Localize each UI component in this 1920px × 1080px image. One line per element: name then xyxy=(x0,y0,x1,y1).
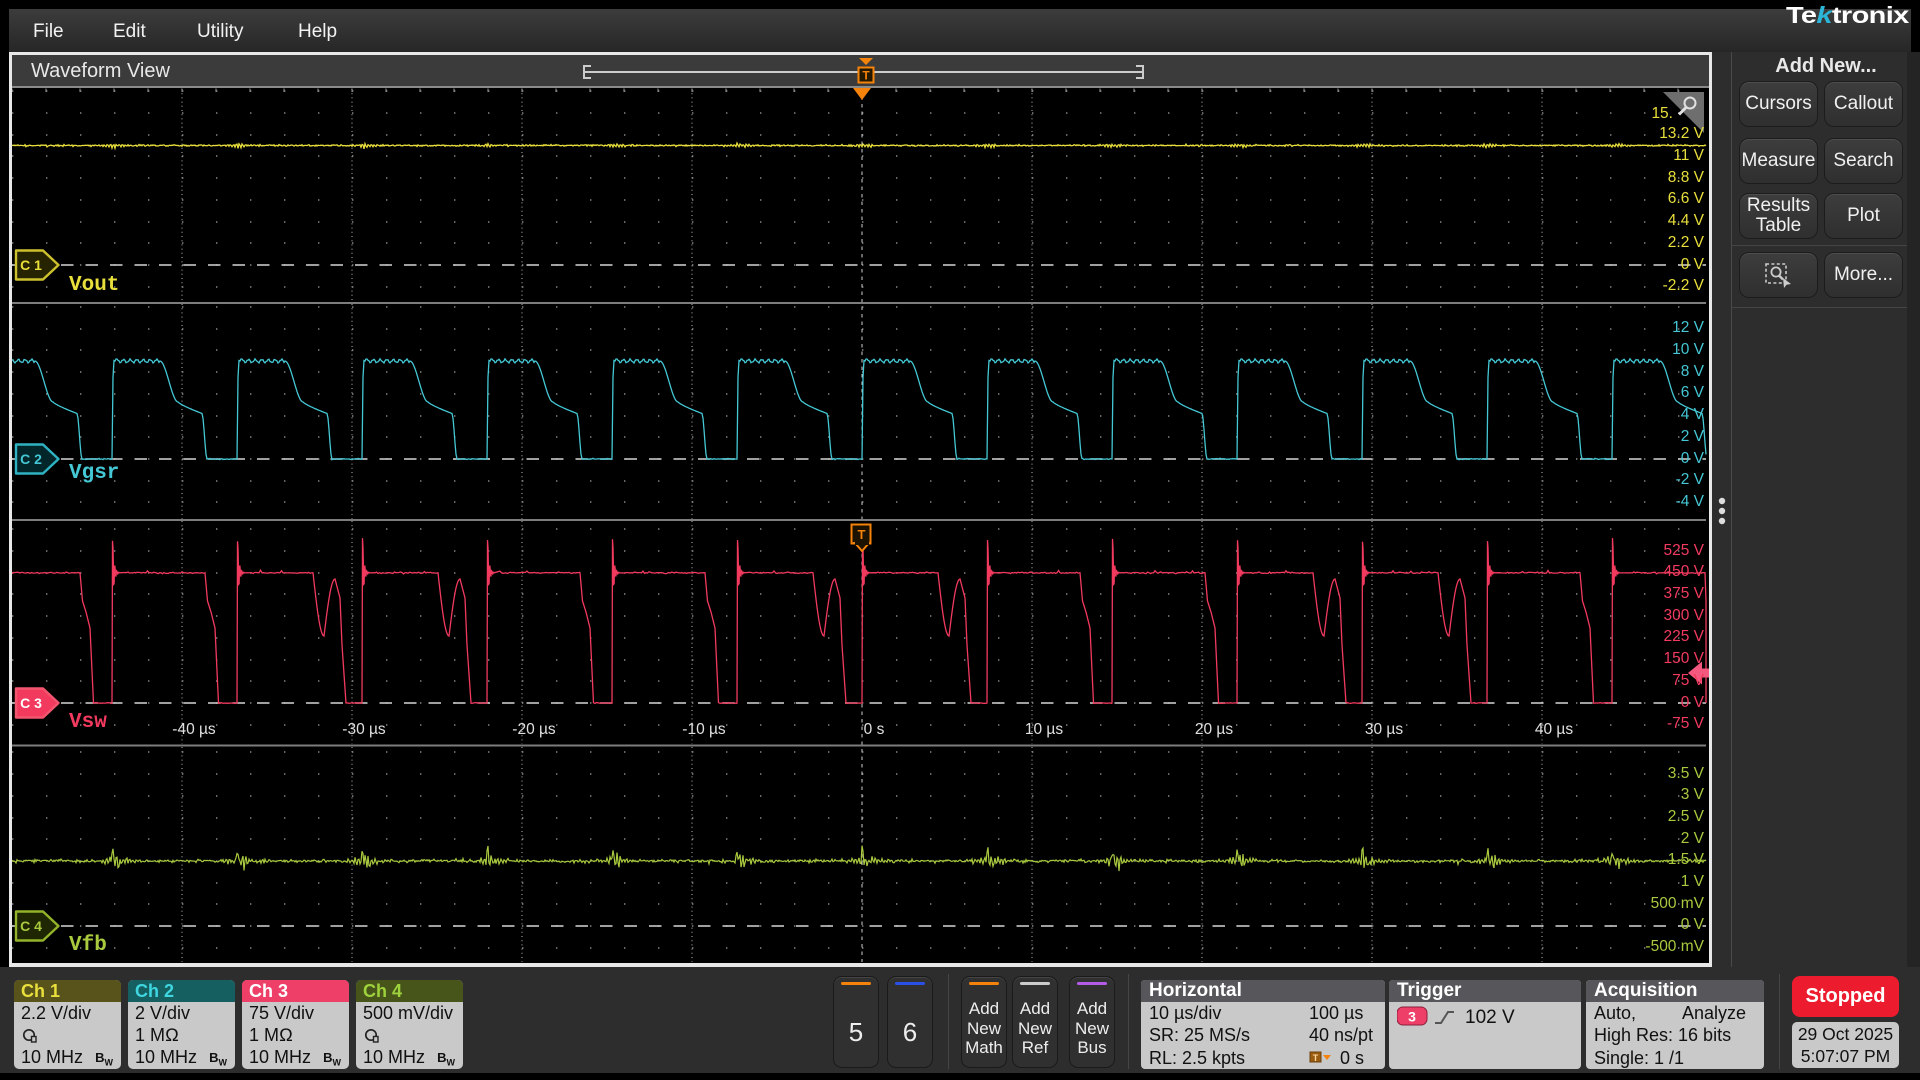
svg-text:3: 3 xyxy=(1408,1009,1416,1025)
svg-text:T: T xyxy=(1313,1053,1319,1063)
svg-text:C 3: C 3 xyxy=(20,695,42,711)
svg-text:102 V: 102 V xyxy=(1465,1007,1515,1028)
svg-text:T: T xyxy=(862,69,870,83)
svg-text:T: T xyxy=(858,527,866,542)
svg-text:C 4: C 4 xyxy=(20,918,42,934)
svg-text:C 1: C 1 xyxy=(20,257,42,273)
svg-text:C 2: C 2 xyxy=(20,451,42,467)
